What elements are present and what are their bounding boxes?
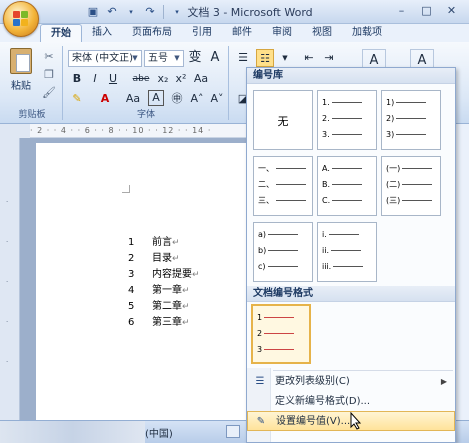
window-controls: – □ ✕ <box>394 3 459 20</box>
margin-corner-mark <box>122 185 130 193</box>
numbering-option[interactable]: 1) 2) 3) <box>381 90 441 150</box>
tab-insert[interactable]: 插入 <box>82 24 122 42</box>
list-level-icon: ☰ <box>255 376 265 387</box>
vertical-ruler[interactable]: · · · · · <box>0 138 20 443</box>
undo-icon[interactable]: ↶ <box>104 4 120 20</box>
change-case-icon[interactable]: Aa <box>192 70 210 88</box>
document-page[interactable]: 1 前言↵ 2 目录↵ 3 内容提要↵ 4 第一章↵ 5 第二章↵ 6 第三章↵ <box>36 143 250 420</box>
subscript-button[interactable]: x₂ <box>154 70 172 88</box>
chevron-down-icon[interactable]: ▼ <box>276 49 294 67</box>
status-bar-left <box>0 421 145 443</box>
clipboard-icon <box>10 48 32 74</box>
tab-view[interactable]: 视图 <box>302 24 342 42</box>
mouse-cursor-icon <box>350 412 362 430</box>
enclose-char-icon[interactable]: ㊥ <box>168 90 186 108</box>
paragraph-mark-icon: ↵ <box>172 238 180 248</box>
chevron-down-icon: ▼ <box>174 54 180 62</box>
font-color-icon[interactable]: A <box>96 90 114 108</box>
ruler-corner <box>0 124 30 138</box>
copy-icon[interactable]: ❐ <box>40 66 58 84</box>
grow-font-icon[interactable]: A˄ <box>188 90 206 108</box>
numbering-option[interactable]: a) b) c) <box>253 222 313 282</box>
paragraph-mark-icon: ↵ <box>182 318 190 328</box>
list-item[interactable]: 2 目录↵ <box>128 251 180 267</box>
highlight-icon[interactable]: ✎ <box>68 90 86 108</box>
horizontal-ruler[interactable]: · 2 · · 4 · · 6 · · 8 · · 10 · · 12 · · … <box>30 124 250 138</box>
clipboard-group-label: 剪贴板 <box>18 110 46 120</box>
list-item[interactable]: 1 前言↵ <box>128 235 180 251</box>
maximize-icon[interactable]: □ <box>419 3 434 18</box>
font-size-combo[interactable]: 五号 ▼ <box>144 50 184 67</box>
paragraph-mark-icon: ↵ <box>182 302 190 312</box>
increase-indent-icon[interactable]: ⇥ <box>320 49 338 67</box>
change-list-level-item[interactable]: ☰ 更改列表级别(C) ▶ <box>247 372 455 392</box>
paragraph-mark-icon: ↵ <box>172 254 180 264</box>
tab-mailings[interactable]: 邮件 <box>222 24 262 42</box>
title-bar: ▣ ↶ ▾ ↷ ▾ 文档 3 - Microsoft Word – □ ✕ <box>0 0 469 24</box>
phonetic-guide-icon[interactable]: 变 <box>186 49 204 67</box>
paragraph-mark-icon: ↵ <box>182 286 190 296</box>
close-icon[interactable]: ✕ <box>444 3 459 18</box>
strikethrough-button[interactable]: abe <box>130 70 152 88</box>
word-window: ▣ ↶ ▾ ↷ ▾ 文档 3 - Microsoft Word – □ ✕ 开始… <box>0 0 469 443</box>
numbering-option[interactable]: 一、 二、 三、 <box>253 156 313 216</box>
font-name-combo[interactable]: 宋体 (中文正) ▼ <box>68 50 142 67</box>
chevron-right-icon: ▶ <box>440 377 447 386</box>
numbering-option[interactable]: (一) (二) (三) <box>381 156 441 216</box>
dropdown-arrow-icon[interactable]: ▾ <box>123 4 139 20</box>
clipboard-tools: ✂ ❐ 🖌 <box>40 48 58 102</box>
ribbon-tabs: 开始 插入 页面布局 引用 邮件 审阅 视图 加载项 <box>40 24 392 42</box>
numbering-dropdown: 编号库 无 1. 2. 3. 1) 2) 3) 一、 二、 三、 A. B. C… <box>246 67 456 443</box>
numbering-option-none[interactable]: 无 <box>253 90 313 150</box>
document-numbering-option[interactable]: 1 2 3 <box>251 304 311 364</box>
decrease-indent-icon[interactable]: ⇤ <box>300 49 318 67</box>
numbering-option[interactable]: 1. 2. 3. <box>317 90 377 150</box>
print-layout-icon[interactable] <box>226 425 240 438</box>
save-icon[interactable]: ▣ <box>85 4 101 20</box>
format-painter-icon[interactable]: 🖌 <box>40 84 58 102</box>
set-value-icon: ✎ <box>256 416 266 427</box>
tab-review[interactable]: 审阅 <box>262 24 302 42</box>
bullets-icon[interactable]: ☰ <box>234 49 252 67</box>
superscript-button[interactable]: x² <box>172 70 190 88</box>
font-size-toggle-icon[interactable]: Aa <box>122 90 144 108</box>
shrink-font-icon[interactable]: A˅ <box>208 90 226 108</box>
language-indicator[interactable]: (中国) <box>145 425 173 440</box>
list-item[interactable]: 4 第一章↵ <box>128 283 190 299</box>
paste-button[interactable]: 粘贴 <box>6 46 36 106</box>
font-group-label: 字体 <box>136 110 155 120</box>
numbering-library-header: 编号库 <box>247 68 455 84</box>
italic-button[interactable]: I <box>86 70 104 88</box>
office-button[interactable] <box>3 1 39 37</box>
cut-icon[interactable]: ✂ <box>40 48 58 66</box>
tab-home[interactable]: 开始 <box>40 24 82 42</box>
font-size-value: 五号 <box>148 53 168 64</box>
list-item[interactable]: 3 内容提要↵ <box>128 267 200 283</box>
numbering-icon[interactable]: ☷ <box>256 49 274 67</box>
chevron-down-icon: ▼ <box>132 54 138 62</box>
tab-page-layout[interactable]: 页面布局 <box>122 24 182 42</box>
window-title: 文档 3 - Microsoft Word <box>187 6 313 19</box>
document-numbering-header: 文档编号格式 <box>247 286 455 302</box>
paragraph-mark-icon: ↵ <box>192 270 200 280</box>
clear-format-icon[interactable]: A <box>206 49 224 67</box>
list-item[interactable]: 6 第三章↵ <box>128 315 190 331</box>
char-border-icon[interactable]: A <box>148 90 164 106</box>
underline-button[interactable]: U <box>104 70 122 88</box>
define-new-format-item[interactable]: 定义新编号格式(D)... <box>247 392 455 412</box>
list-item[interactable]: 5 第二章↵ <box>128 299 190 315</box>
tab-references[interactable]: 引用 <box>182 24 222 42</box>
numbering-option[interactable]: i. ii. iii. <box>317 222 377 282</box>
font-name-value: 宋体 (中文正) <box>72 53 133 64</box>
paste-label: 粘贴 <box>11 81 31 92</box>
bold-button[interactable]: B <box>68 70 86 88</box>
minimize-icon[interactable]: – <box>394 3 409 18</box>
office-logo-icon <box>13 11 29 27</box>
tab-addins[interactable]: 加载项 <box>342 24 392 42</box>
numbering-option[interactable]: A. B. C. <box>317 156 377 216</box>
